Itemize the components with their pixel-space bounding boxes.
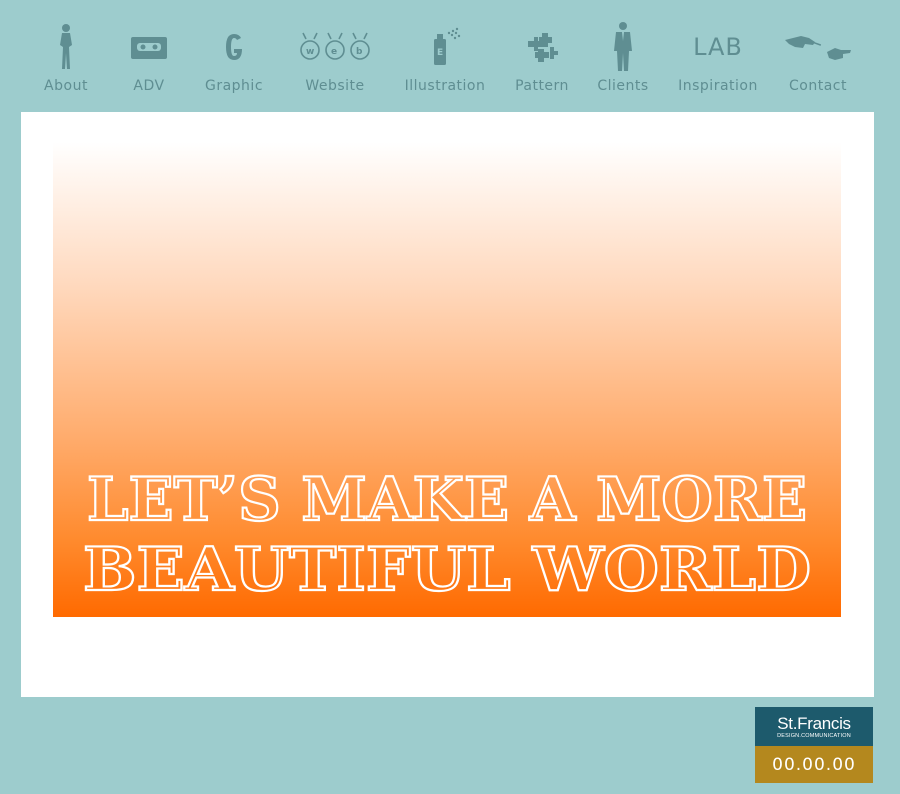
svg-text:E: E [437, 48, 443, 58]
badge-brand-name: St.Francis [777, 713, 851, 733]
nav-item-graphic[interactable]: Graphic [204, 18, 264, 104]
visit-counter: 00.00.00 [755, 746, 873, 783]
nav-label: Website [305, 78, 365, 94]
nav-item-adv[interactable]: ADV [124, 18, 174, 104]
businessman-icon [611, 18, 635, 76]
www-bugs-icon: web [297, 18, 373, 76]
slogan-text: LET’S MAKE A MORE BEAUTIFUL WORLD [82, 464, 812, 606]
stfrancis-badge[interactable]: St.Francis DESIGN.COMMUNICATION 00.00.00 [755, 707, 873, 783]
spray-can-icon: E [428, 18, 462, 76]
nav-label: Graphic [204, 78, 264, 94]
puzzle-pieces-icon [524, 18, 560, 76]
woman-silhouette-icon [54, 18, 78, 76]
main-navigation: About ADV Graphic w e b Website E Illust… [0, 0, 900, 112]
letter-g-icon [223, 18, 245, 76]
nav-item-clients[interactable]: Clients [597, 18, 649, 104]
svg-text:e: e [331, 47, 337, 57]
nav-label: ADV [133, 78, 165, 94]
cassette-tape-icon [130, 18, 168, 76]
svg-text:b: b [356, 47, 363, 57]
nav-label: Contact [789, 78, 847, 94]
content-panel: LET’S MAKE A MORE BEAUTIFUL WORLD [21, 112, 874, 697]
nav-label: Inspiration [678, 78, 758, 94]
slogan-line-1: LET’S MAKE A MORE [87, 465, 807, 535]
nav-label: Pattern [515, 78, 569, 94]
lab-text-icon: LAB [693, 18, 743, 76]
nav-label: About [44, 78, 88, 94]
slogan-banner: LET’S MAKE A MORE BEAUTIFUL WORLD [53, 142, 841, 617]
badge-subtitle: DESIGN.COMMUNICATION [777, 732, 851, 739]
hand-pointing-icon [783, 18, 853, 76]
nav-item-illustration[interactable]: E Illustration [404, 18, 486, 104]
lab-text: LAB [693, 33, 743, 61]
nav-label: Clients [597, 78, 649, 94]
nav-item-pattern[interactable]: Pattern [514, 18, 570, 104]
svg-text:w: w [306, 47, 314, 57]
slogan-line-2: BEAUTIFUL WORLD [83, 535, 811, 605]
nav-item-contact[interactable]: Contact [778, 18, 858, 104]
nav-item-inspiration[interactable]: LAB Inspiration [678, 18, 758, 104]
badge-logo: St.Francis DESIGN.COMMUNICATION [755, 707, 873, 746]
nav-item-about[interactable]: About [40, 18, 92, 104]
nav-item-website[interactable]: w e b Website [298, 18, 372, 104]
nav-label: Illustration [404, 78, 486, 94]
